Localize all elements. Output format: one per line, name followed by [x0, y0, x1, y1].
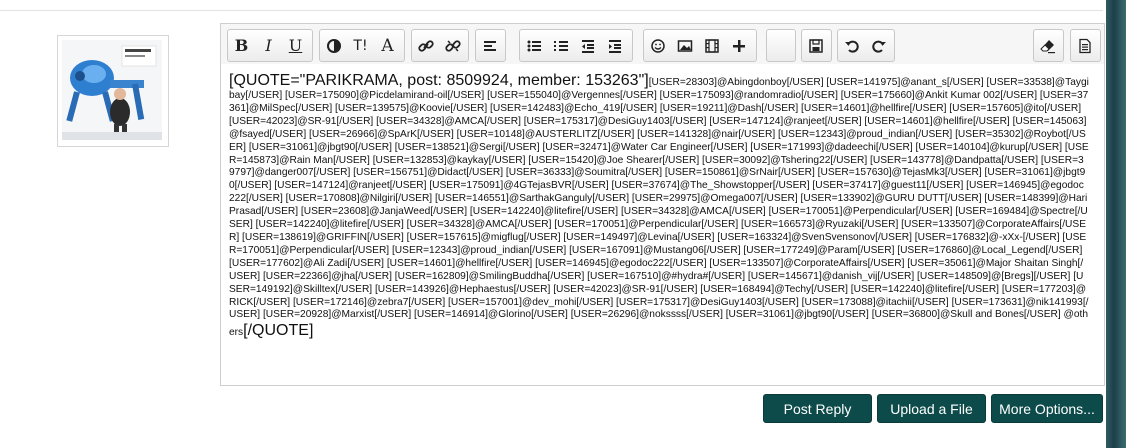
editor-toolbar: B I U T! A — [221, 24, 1104, 64]
image-icon[interactable] — [671, 30, 698, 61]
numbered-list-icon[interactable] — [547, 30, 574, 61]
insert-group — [643, 29, 757, 62]
insert-icon[interactable] — [725, 30, 752, 61]
align-icon[interactable] — [476, 30, 503, 61]
undo-icon[interactable] — [838, 30, 865, 61]
save-icon[interactable] — [802, 30, 829, 61]
more-options-button[interactable]: More Options... — [991, 394, 1103, 423]
unlink-icon[interactable] — [439, 30, 466, 61]
quote-close-tag: [/QUOTE] — [243, 322, 314, 340]
text-size-icon[interactable]: T! — [347, 30, 374, 61]
indent-icon[interactable] — [601, 30, 628, 61]
mention-list-text: [USER=28303]@Abingdonboy[/USER] [USER=14… — [229, 77, 1089, 339]
font-group: T! A — [319, 29, 405, 62]
source-icon[interactable] — [1071, 30, 1098, 61]
remove-format-group — [1033, 29, 1064, 62]
save-group — [801, 29, 832, 62]
blank-button[interactable] — [767, 30, 794, 61]
bold-icon[interactable]: B — [228, 30, 255, 61]
source-group — [1070, 29, 1101, 62]
editor-content[interactable]: [QUOTE="PARIKRAMA, post: 8509924, member… — [229, 72, 1089, 340]
blank-group — [766, 29, 796, 62]
avatar-frame — [57, 35, 169, 147]
redo-icon[interactable] — [865, 30, 892, 61]
italic-icon[interactable]: I — [255, 30, 282, 61]
media-icon[interactable] — [698, 30, 725, 61]
text-style-group: B I U — [227, 29, 313, 62]
align-group — [475, 29, 506, 62]
underline-icon[interactable]: U — [282, 30, 309, 61]
top-divider — [0, 10, 1103, 11]
outdent-icon[interactable] — [574, 30, 601, 61]
link-icon[interactable] — [412, 30, 439, 61]
font-icon[interactable]: A — [374, 30, 401, 61]
upload-file-button[interactable]: Upload a File — [877, 394, 986, 423]
avatar-image — [62, 40, 162, 140]
color-icon[interactable] — [320, 30, 347, 61]
remove-format-icon[interactable] — [1034, 30, 1061, 61]
background-edge — [1106, 0, 1126, 448]
link-group — [411, 29, 469, 62]
list-group — [519, 29, 633, 62]
bullet-list-icon[interactable] — [520, 30, 547, 61]
avatar[interactable] — [62, 40, 162, 140]
rich-text-editor[interactable]: B I U T! A [QUOTE="PARIKRAMA, post: 8509… — [220, 23, 1105, 386]
history-group — [837, 29, 895, 62]
post-reply-button[interactable]: Post Reply — [763, 394, 872, 423]
quote-open-tag: [QUOTE="PARIKRAMA, post: 8509924, member… — [229, 72, 649, 89]
smilie-icon[interactable] — [644, 30, 671, 61]
